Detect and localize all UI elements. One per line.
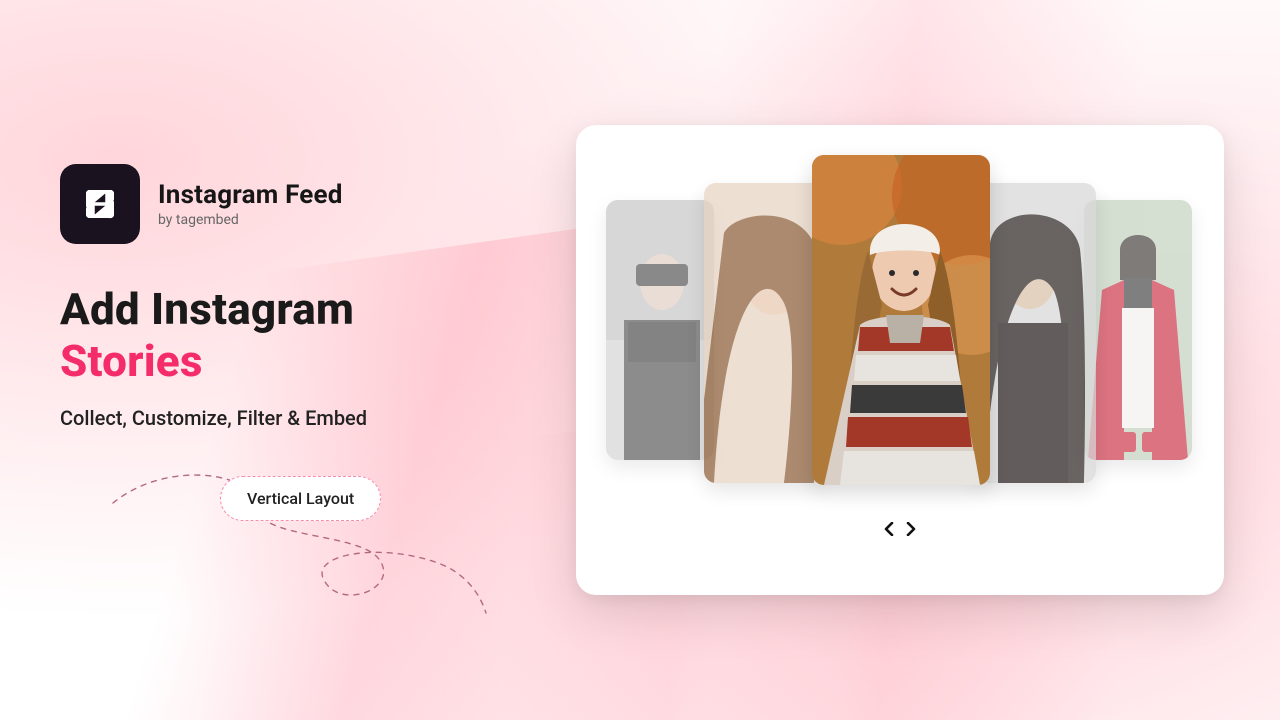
headline: Add Instagram Stories: [60, 284, 520, 388]
story-thumbnail-active[interactable]: [812, 155, 990, 485]
carousel-nav: [576, 519, 1224, 539]
story-thumbnail[interactable]: [704, 183, 824, 483]
brand-name: Instagram Feed: [158, 180, 343, 210]
hero-left-column: Instagram Feed by tagembed Add Instagram…: [0, 164, 520, 556]
brand-block: Instagram Feed by tagembed: [60, 164, 520, 244]
story-thumbnail[interactable]: [606, 200, 714, 460]
subheadline: Collect, Customize, Filter & Embed: [60, 406, 520, 430]
brand-byline: by tagembed: [158, 212, 343, 228]
carousel-next-button[interactable]: [901, 519, 921, 539]
story-thumbnail[interactable]: [1084, 200, 1192, 460]
stories-preview-card: [576, 125, 1224, 595]
layout-pill-button[interactable]: Vertical Layout: [220, 476, 381, 521]
headline-line1: Add Instagram: [60, 283, 354, 335]
story-thumbnail[interactable]: [976, 183, 1096, 483]
brand-logo-icon: [60, 164, 140, 244]
carousel-prev-button[interactable]: [879, 519, 899, 539]
headline-accent: Stories: [60, 335, 203, 387]
